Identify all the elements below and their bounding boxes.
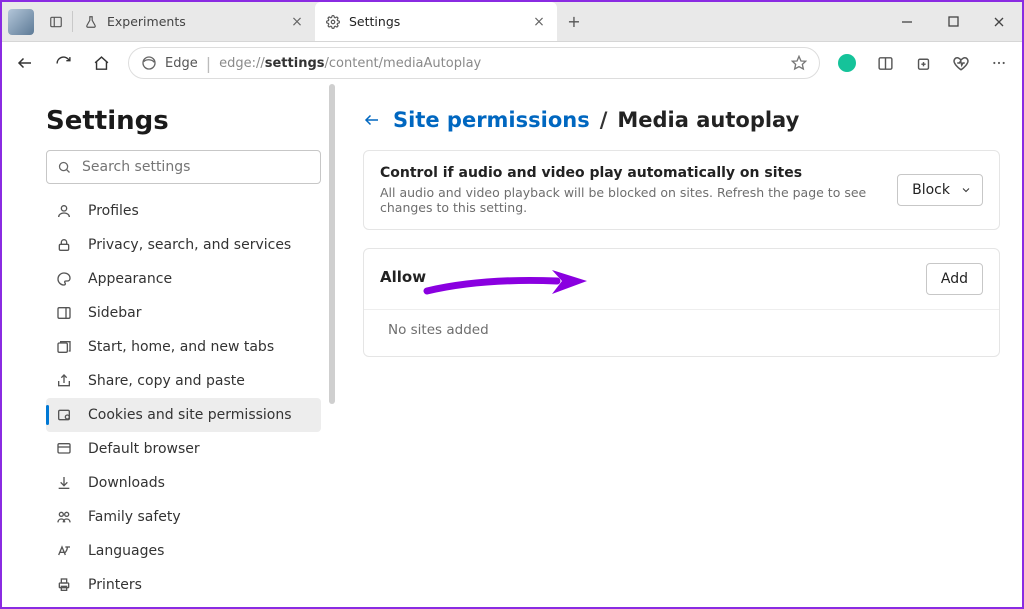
control-title: Control if audio and video play automati… bbox=[380, 165, 897, 181]
refresh-button[interactable] bbox=[46, 46, 80, 80]
family-icon bbox=[56, 509, 74, 525]
chevron-down-icon bbox=[960, 184, 972, 196]
favorite-icon[interactable] bbox=[791, 55, 807, 71]
nav-privacy[interactable]: Privacy, search, and services bbox=[46, 228, 321, 262]
nav-family[interactable]: Family safety bbox=[46, 500, 321, 534]
titlebar: Experiments × Settings × + bbox=[2, 2, 1022, 42]
settings-sidebar: Settings Profiles Privacy, search, and s… bbox=[2, 84, 337, 607]
search-input[interactable] bbox=[82, 159, 310, 175]
nav-sidebar[interactable]: Sidebar bbox=[46, 296, 321, 330]
breadcrumb-back-icon[interactable] bbox=[363, 111, 383, 129]
close-window-button[interactable] bbox=[976, 2, 1022, 41]
nav-languages[interactable]: Languages bbox=[46, 534, 321, 568]
new-tab-button[interactable]: + bbox=[557, 2, 591, 41]
autoplay-dropdown[interactable]: Block bbox=[897, 174, 983, 206]
settings-heading: Settings bbox=[46, 106, 321, 136]
palette-icon bbox=[56, 271, 74, 287]
gear-icon bbox=[325, 14, 341, 30]
tabs-icon bbox=[56, 339, 74, 355]
address-bar[interactable]: Edge | edge://settings/content/mediaAuto… bbox=[128, 47, 820, 79]
nav-start-home[interactable]: Start, home, and new tabs bbox=[46, 330, 321, 364]
search-settings[interactable] bbox=[46, 150, 321, 184]
collections-icon[interactable] bbox=[906, 46, 940, 80]
toolbar: Edge | edge://settings/content/mediaAuto… bbox=[2, 42, 1022, 84]
back-button[interactable] bbox=[8, 46, 42, 80]
share-icon bbox=[56, 373, 74, 389]
split-screen-icon[interactable] bbox=[868, 46, 902, 80]
allow-empty-text: No sites added bbox=[364, 310, 999, 356]
language-icon bbox=[56, 543, 74, 559]
edge-icon bbox=[141, 55, 157, 71]
breadcrumb-separator: / bbox=[600, 108, 608, 132]
tab-settings[interactable]: Settings × bbox=[315, 2, 557, 41]
close-icon[interactable]: × bbox=[289, 14, 305, 30]
window-controls bbox=[884, 2, 1022, 41]
nav-profiles[interactable]: Profiles bbox=[46, 194, 321, 228]
profile-avatar[interactable] bbox=[8, 9, 34, 35]
browser-essentials-icon[interactable] bbox=[944, 46, 978, 80]
nav-default-browser[interactable]: Default browser bbox=[46, 432, 321, 466]
minimize-button[interactable] bbox=[884, 2, 930, 41]
search-icon bbox=[57, 160, 72, 175]
browser-name: Edge bbox=[165, 56, 198, 71]
nav-appearance[interactable]: Appearance bbox=[46, 262, 321, 296]
dropdown-value: Block bbox=[912, 182, 950, 198]
breadcrumb: Site permissions / Media autoplay bbox=[363, 108, 1000, 132]
add-button[interactable]: Add bbox=[926, 263, 983, 295]
tab-actions-button[interactable] bbox=[40, 2, 72, 41]
sidebar-scrollbar[interactable] bbox=[327, 84, 337, 607]
tab-label: Experiments bbox=[107, 14, 281, 29]
printer-icon bbox=[56, 577, 74, 593]
tab-experiments[interactable]: Experiments × bbox=[73, 2, 315, 41]
scrollbar-thumb[interactable] bbox=[329, 84, 335, 404]
download-icon bbox=[56, 475, 74, 491]
breadcrumb-current: Media autoplay bbox=[617, 108, 799, 132]
autoplay-control-card: Control if audio and video play automati… bbox=[363, 150, 1000, 230]
address-separator: | bbox=[206, 54, 211, 73]
control-subtitle: All audio and video playback will be blo… bbox=[380, 185, 897, 215]
profile-icon bbox=[56, 203, 74, 219]
nav-printers[interactable]: Printers bbox=[46, 568, 321, 602]
main-panel: Site permissions / Media autoplay Contro… bbox=[337, 84, 1022, 607]
maximize-button[interactable] bbox=[930, 2, 976, 41]
breadcrumb-link[interactable]: Site permissions bbox=[393, 108, 590, 132]
nav-downloads[interactable]: Downloads bbox=[46, 466, 321, 500]
permissions-icon bbox=[56, 407, 74, 423]
settings-nav: Profiles Privacy, search, and services A… bbox=[46, 194, 321, 602]
content-area: Settings Profiles Privacy, search, and s… bbox=[2, 84, 1022, 607]
nav-cookies-permissions[interactable]: Cookies and site permissions bbox=[46, 398, 321, 432]
flask-icon bbox=[83, 14, 99, 30]
home-button[interactable] bbox=[84, 46, 118, 80]
url-text: edge://settings/content/mediaAutoplay bbox=[219, 56, 481, 71]
nav-share-copy[interactable]: Share, copy and paste bbox=[46, 364, 321, 398]
sidebar-icon bbox=[56, 305, 74, 321]
grammarly-icon[interactable] bbox=[830, 46, 864, 80]
close-icon[interactable]: × bbox=[531, 14, 547, 30]
more-button[interactable] bbox=[982, 46, 1016, 80]
allow-title: Allow bbox=[380, 268, 926, 286]
browser-icon bbox=[56, 441, 74, 457]
tab-label: Settings bbox=[349, 14, 523, 29]
allow-card: Allow Add No sites added bbox=[363, 248, 1000, 357]
lock-icon bbox=[56, 237, 74, 253]
